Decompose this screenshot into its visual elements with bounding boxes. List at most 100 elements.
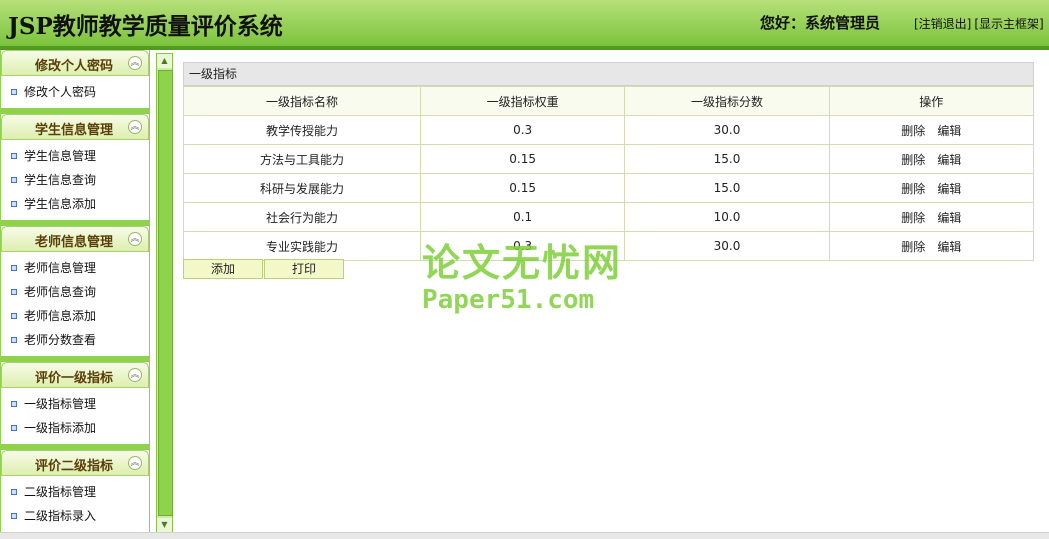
indicator-name: 方法与工具能力 — [183, 144, 421, 174]
add-button[interactable]: 添加 — [183, 259, 263, 279]
indicator-score: 15.0 — [624, 173, 830, 203]
sidebar-group-header[interactable]: 评价二级指标 ︽ — [1, 450, 149, 476]
watermark-line1: 论文无忧网 — [422, 241, 623, 285]
row-actions: 删除 编辑 — [828, 173, 1035, 203]
indicator-name: 教学传授能力 — [183, 115, 421, 145]
sidebar-group-title: 评价二级指标 — [35, 459, 114, 474]
indicator-score: 30.0 — [624, 115, 830, 145]
sidebar-group-header[interactable]: 学生信息管理 ︽ — [1, 114, 149, 140]
scroll-down-icon[interactable]: ▼ — [157, 518, 172, 532]
delete-link[interactable]: 删除 — [901, 211, 925, 225]
sidebar-item-student-query[interactable]: 学生信息查询 — [1, 168, 149, 192]
column-header: 一级指标分数 — [624, 86, 830, 116]
sidebar-item-level2-manage[interactable]: 二级指标管理 — [1, 480, 149, 504]
row-actions: 删除 编辑 — [828, 202, 1035, 232]
bullet-icon — [11, 512, 17, 519]
bullet-icon — [11, 88, 17, 95]
sidebar-group-title: 评价一级指标 — [35, 371, 114, 386]
edit-link[interactable]: 编辑 — [937, 240, 961, 254]
table-title: 一级指标 — [183, 62, 1034, 86]
print-button[interactable]: 打印 — [264, 259, 344, 279]
sidebar-item-teacher-query[interactable]: 老师信息查询 — [1, 280, 149, 304]
bullet-icon — [11, 200, 17, 207]
sidebar-group-teachers: 老师信息管理 ︽ 老师信息管理 老师信息查询 老师信息添加 老师分数查看 — [1, 226, 149, 356]
sidebar-group-students: 学生信息管理 ︽ 学生信息管理 学生信息查询 学生信息添加 — [1, 114, 149, 220]
action-buttons: 添加 打印 — [183, 259, 345, 279]
collapse-icon[interactable]: ︽ — [128, 120, 142, 134]
user-greeting: 您好：系统管理员 — [760, 14, 881, 32]
indicator-score: 10.0 — [624, 202, 830, 232]
app-header: JSP教师教学质量评价系统 您好：系统管理员 [注销退出] [显示主框架] — [0, 0, 1049, 50]
edit-link[interactable]: 编辑 — [937, 182, 961, 196]
bullet-icon — [11, 336, 17, 343]
sidebar-item-student-add[interactable]: 学生信息添加 — [1, 192, 149, 216]
indicator-name: 社会行为能力 — [183, 202, 421, 232]
sidebar-item-teacher-add[interactable]: 老师信息添加 — [1, 304, 149, 328]
sidebar-item-change-password[interactable]: 修改个人密码 — [1, 80, 149, 104]
bullet-icon — [11, 176, 17, 183]
delete-link[interactable]: 删除 — [901, 124, 925, 138]
sidebar-group-level1: 评价一级指标 ︽ 一级指标管理 一级指标添加 — [1, 362, 149, 444]
column-header: 一级指标名称 — [183, 86, 421, 116]
sidebar-item-level2-input[interactable]: 二级指标录入 — [1, 504, 149, 528]
indicator-weight: 0.3 — [419, 115, 626, 145]
sidebar-group-title: 学生信息管理 — [35, 123, 114, 138]
sidebar-item-teacher-manage[interactable]: 老师信息管理 — [1, 256, 149, 280]
sidebar-scrollbar[interactable]: ▲ ▼ — [156, 53, 173, 533]
watermark-line2: Paper51.com — [422, 285, 595, 315]
collapse-icon[interactable]: ︽ — [128, 56, 142, 70]
row-actions: 删除 编辑 — [828, 115, 1035, 145]
edit-link[interactable]: 编辑 — [937, 124, 961, 138]
delete-link[interactable]: 删除 — [901, 153, 925, 167]
sidebar-group-password: 修改个人密码 ︽ 修改个人密码 — [1, 50, 149, 108]
bullet-icon — [11, 488, 17, 495]
delete-link[interactable]: 删除 — [901, 182, 925, 196]
table-header-row: 一级指标名称 一级指标权重 一级指标分数 操作 — [183, 86, 1035, 116]
bullet-icon — [11, 152, 17, 159]
indicator-weight: 0.1 — [419, 202, 626, 232]
watermark: 论文无忧网 Paper51.com — [422, 232, 622, 315]
sidebar-group-header[interactable]: 修改个人密码 ︽ — [1, 50, 149, 76]
collapse-icon[interactable]: ︽ — [128, 232, 142, 246]
bullet-icon — [11, 400, 17, 407]
indicator-name: 科研与发展能力 — [183, 173, 421, 203]
bullet-icon — [11, 264, 17, 271]
bullet-icon — [11, 288, 17, 295]
sidebar-item-student-manage[interactable]: 学生信息管理 — [1, 144, 149, 168]
sidebar-group-title: 修改个人密码 — [35, 59, 114, 74]
sidebar-item-level1-add[interactable]: 一级指标添加 — [1, 416, 149, 440]
sidebar: 修改个人密码 ︽ 修改个人密码 学生信息管理 ︽ 学生信息管理 学生信息查询 学… — [0, 50, 150, 538]
logout-link[interactable]: [注销退出] — [914, 17, 971, 31]
indicator-name: 专业实践能力 — [183, 231, 421, 261]
sidebar-item-level1-manage[interactable]: 一级指标管理 — [1, 392, 149, 416]
indicator-weight: 0.15 — [419, 173, 626, 203]
row-actions: 删除 编辑 — [828, 144, 1035, 174]
column-header: 操作 — [828, 86, 1035, 116]
table-row: 社会行为能力 0.1 10.0 删除 编辑 — [183, 202, 1035, 232]
collapse-icon[interactable]: ︽ — [128, 456, 142, 470]
row-actions: 删除 编辑 — [828, 231, 1035, 261]
bullet-icon — [11, 424, 17, 431]
sidebar-group-title: 老师信息管理 — [35, 235, 114, 250]
scroll-up-icon[interactable]: ▲ — [157, 54, 172, 68]
edit-link[interactable]: 编辑 — [937, 153, 961, 167]
sidebar-group-header[interactable]: 评价一级指标 ︽ — [1, 362, 149, 388]
table-row: 教学传授能力 0.3 30.0 删除 编辑 — [183, 115, 1035, 145]
sidebar-group-header[interactable]: 老师信息管理 ︽ — [1, 226, 149, 252]
header-links: [注销退出] [显示主框架] — [914, 15, 1047, 32]
scrollbar-thumb[interactable] — [158, 70, 173, 516]
column-header: 一级指标权重 — [419, 86, 626, 116]
indicator-weight: 0.15 — [419, 144, 626, 174]
edit-link[interactable]: 编辑 — [937, 211, 961, 225]
show-frame-link[interactable]: [显示主框架] — [974, 17, 1043, 31]
table-row: 方法与工具能力 0.15 15.0 删除 编辑 — [183, 144, 1035, 174]
bullet-icon — [11, 312, 17, 319]
indicator-score: 15.0 — [624, 144, 830, 174]
delete-link[interactable]: 删除 — [901, 240, 925, 254]
indicator-score: 30.0 — [624, 231, 830, 261]
app-title: JSP教师教学质量评价系统 — [8, 13, 283, 40]
collapse-icon[interactable]: ︽ — [128, 368, 142, 382]
sidebar-item-teacher-scores[interactable]: 老师分数查看 — [1, 328, 149, 352]
table-row: 科研与发展能力 0.15 15.0 删除 编辑 — [183, 173, 1035, 203]
sidebar-group-level2: 评价二级指标 ︽ 二级指标管理 二级指标录入 — [1, 450, 149, 532]
